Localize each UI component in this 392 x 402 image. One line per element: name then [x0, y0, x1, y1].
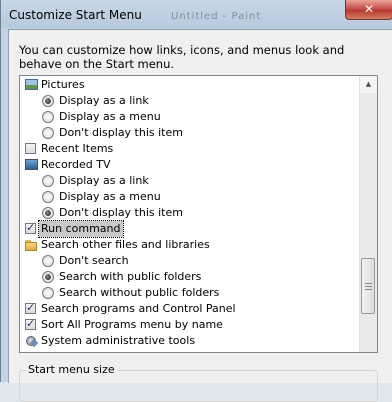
scrollbar-thumb[interactable]: [361, 258, 375, 314]
option-label: Don't search: [59, 254, 129, 267]
radio-button[interactable]: [42, 175, 54, 187]
radio-button[interactable]: [42, 111, 54, 123]
option-label: Search with public folders: [59, 270, 202, 283]
checkbox-option[interactable]: Sort All Programs menu by name: [20, 316, 358, 333]
radio-option[interactable]: Search with public folders: [20, 269, 358, 285]
radio-button[interactable]: [42, 191, 54, 203]
option-label: Sort All Programs menu by name: [41, 318, 223, 331]
option-label: Run command: [38, 220, 124, 238]
option-label: Don't display this item: [59, 126, 183, 139]
pictures-icon: [25, 79, 38, 90]
checkbox[interactable]: [25, 316, 36, 332]
radio-option[interactable]: Display as a menu: [20, 189, 358, 205]
section-header: System administrative tools: [20, 333, 358, 349]
radio-option[interactable]: Display as a link: [20, 93, 358, 109]
option-label: Pictures: [41, 78, 85, 91]
option-label: Recorded TV: [41, 158, 111, 171]
checkbox[interactable]: [25, 300, 36, 316]
description-text: You can customize how links, icons, and …: [19, 43, 345, 71]
start-menu-size-title: Start menu size: [26, 363, 117, 376]
background-window-title: Untitled - Paint: [171, 11, 262, 22]
options-list[interactable]: Pictures Display as a link Display as a me…: [19, 75, 378, 353]
option-label: Search other files and libraries: [41, 238, 210, 251]
radio-button[interactable]: [42, 95, 54, 107]
option-label: Don't display this item: [59, 206, 183, 219]
section-header: Recorded TV: [20, 157, 358, 173]
customize-start-menu-dialog: Customize Start Menu Untitled - Paint ✕ …: [0, 0, 392, 402]
option-label: Recent Items: [41, 142, 114, 155]
vertical-scrollbar[interactable]: ▲: [359, 76, 377, 352]
close-button[interactable]: ✕: [345, 0, 392, 20]
folder-search-icon: [25, 239, 37, 251]
checkbox[interactable]: [25, 143, 36, 154]
radio-option[interactable]: Don't search: [20, 253, 358, 269]
scroll-up-arrow-icon[interactable]: ▲: [360, 76, 377, 93]
grip-line: [365, 286, 372, 287]
option-label: Search without public folders: [59, 286, 220, 299]
radio-button[interactable]: [42, 255, 54, 267]
radio-option[interactable]: Display as a menu: [20, 109, 358, 125]
radio-option[interactable]: Display as a link: [20, 173, 358, 189]
option-label: System administrative tools: [41, 334, 196, 347]
radio-button[interactable]: [42, 207, 54, 219]
window-title: Customize Start Menu: [9, 8, 142, 22]
radio-button[interactable]: [42, 271, 54, 283]
radio-button[interactable]: [42, 127, 54, 139]
option-label: Search programs and Control Panel: [41, 302, 236, 315]
option-label: Display as a menu: [59, 190, 161, 203]
option-label: Display as a link: [59, 94, 149, 107]
checkbox-option[interactable]: Run command: [20, 220, 358, 238]
admin-tools-icon: [25, 335, 37, 347]
checkbox-option[interactable]: Search programs and Control Panel: [20, 300, 358, 317]
checkbox-option[interactable]: Recent Items: [20, 141, 358, 157]
radio-option[interactable]: Search without public folders: [20, 285, 358, 301]
option-label: Display as a link: [59, 174, 149, 187]
grip-line: [365, 289, 372, 290]
radio-button[interactable]: [42, 287, 54, 299]
radio-option[interactable]: Don't display this item: [20, 125, 358, 141]
dialog-client-area: You can customize how links, icons, and …: [8, 29, 392, 402]
option-label: Display as a menu: [59, 110, 161, 123]
checkbox[interactable]: [25, 220, 36, 236]
section-header: Pictures: [20, 77, 358, 93]
grip-line: [365, 283, 372, 284]
section-header: Search other files and libraries: [20, 237, 358, 253]
radio-option[interactable]: Don't display this item: [20, 205, 358, 221]
recorded-tv-icon: [25, 159, 38, 170]
